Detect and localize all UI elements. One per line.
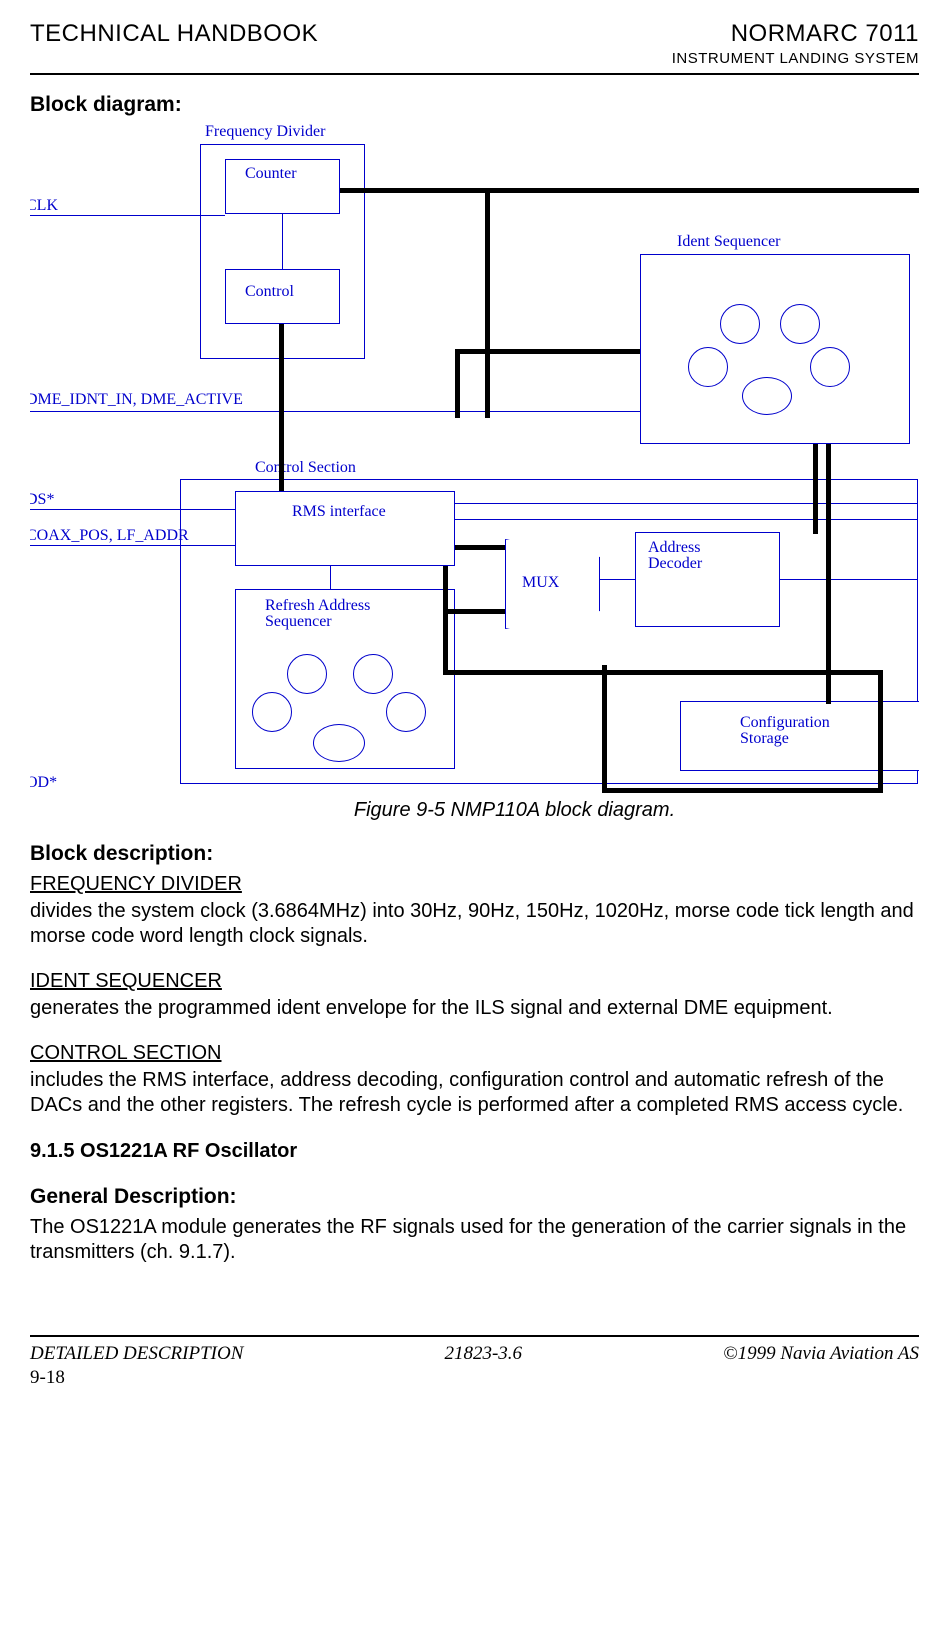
figure-caption: Figure 9-5 NMP110A block diagram. bbox=[70, 799, 949, 822]
state-circle-icon bbox=[252, 692, 292, 732]
control-section-body: includes the RMS interface, address deco… bbox=[30, 1068, 919, 1118]
ident-seq-body: generates the programmed ident envelope … bbox=[30, 996, 919, 1021]
state-circle-icon bbox=[688, 347, 728, 387]
dme-line bbox=[30, 411, 640, 412]
bus-v5 bbox=[878, 670, 883, 788]
numbered-heading: 9.1.5 OS1221A RF Oscillator bbox=[30, 1140, 919, 1163]
footer-rule bbox=[30, 1335, 919, 1337]
rms-interface-label: RMS interface bbox=[292, 503, 386, 521]
state-circle-icon bbox=[313, 724, 365, 762]
address-decoder-l2: Decoder bbox=[648, 555, 702, 573]
coax-label: COAX_POS, LF_ADDR bbox=[30, 527, 189, 545]
ds-star-label: DS* bbox=[30, 491, 54, 509]
general-description-body: The OS1221A module generates the RF sign… bbox=[30, 1215, 919, 1265]
mux-addr-line bbox=[600, 579, 635, 580]
bus-h3 bbox=[443, 609, 508, 614]
od-star-label: OD* bbox=[30, 774, 57, 792]
rms-refresh-line bbox=[330, 566, 331, 589]
bus-v-ident2 bbox=[455, 349, 460, 418]
state-circle-icon bbox=[353, 654, 393, 694]
state-circle-icon bbox=[386, 692, 426, 732]
state-circle-icon bbox=[720, 304, 760, 344]
bus-v2 bbox=[279, 324, 284, 491]
bus-v3b bbox=[826, 444, 831, 704]
ident-sequencer-box bbox=[640, 254, 910, 444]
ds-star-line bbox=[30, 509, 236, 510]
freq-divider-subhead: FREQUENCY DIVIDER bbox=[30, 872, 919, 897]
rms-out-line2 bbox=[455, 519, 918, 520]
freq-divider-label: Frequency Divider bbox=[205, 123, 325, 141]
footer-right: ©1999 Navia Aviation AS bbox=[723, 1343, 919, 1365]
config-storage-l2: Storage bbox=[740, 730, 789, 748]
header-subtitle: INSTRUMENT LANDING SYSTEM bbox=[672, 50, 919, 67]
dme-label: DME_IDNT_IN, DME_ACTIVE bbox=[30, 391, 243, 409]
bus-v1 bbox=[485, 188, 490, 418]
bus-h1 bbox=[340, 188, 919, 193]
coax-line bbox=[30, 545, 236, 546]
block-diagram-heading: Block diagram: bbox=[30, 93, 919, 117]
control-section-label: Control Section bbox=[255, 459, 356, 477]
footer-left: DETAILED DESCRIPTION bbox=[30, 1343, 243, 1365]
mux-label: MUX bbox=[522, 574, 559, 592]
state-circle-icon bbox=[742, 377, 792, 415]
header-title: NORMARC 7011 bbox=[672, 20, 919, 48]
ident-sequencer-label: Ident Sequencer bbox=[677, 233, 781, 251]
header-left: TECHNICAL HANDBOOK bbox=[30, 20, 318, 48]
bus-v6 bbox=[602, 665, 607, 793]
control-label: Control bbox=[245, 283, 294, 301]
block-description-heading: Block description: bbox=[30, 842, 919, 866]
clk-line bbox=[30, 215, 225, 216]
state-circle-icon bbox=[810, 347, 850, 387]
bus-v3 bbox=[813, 444, 818, 534]
line-counter-control bbox=[282, 214, 283, 269]
counter-label: Counter bbox=[245, 165, 297, 183]
rms-out-line1 bbox=[455, 503, 918, 504]
state-circle-icon bbox=[287, 654, 327, 694]
ident-seq-subhead: IDENT SEQUENCER bbox=[30, 969, 919, 994]
bus-h4 bbox=[443, 670, 883, 675]
bus-h5 bbox=[602, 788, 883, 793]
addr-out-line bbox=[780, 579, 918, 580]
bus-h-ident bbox=[455, 349, 640, 354]
general-description-heading: General Description: bbox=[30, 1185, 919, 1209]
clk-label: CLK bbox=[30, 197, 58, 215]
state-circle-icon bbox=[780, 304, 820, 344]
control-section-subhead: CONTROL SECTION bbox=[30, 1041, 919, 1066]
footer-center: 21823-3.6 bbox=[444, 1343, 522, 1365]
footer-page-number: 9-18 bbox=[30, 1367, 919, 1389]
freq-divider-body: divides the system clock (3.6864MHz) int… bbox=[30, 899, 919, 949]
refresh-seq-l2: Sequencer bbox=[265, 613, 332, 631]
config-storage-box bbox=[680, 701, 919, 771]
block-diagram: Frequency Divider Counter Control CLK Id… bbox=[30, 119, 919, 799]
header-rule bbox=[30, 73, 919, 75]
